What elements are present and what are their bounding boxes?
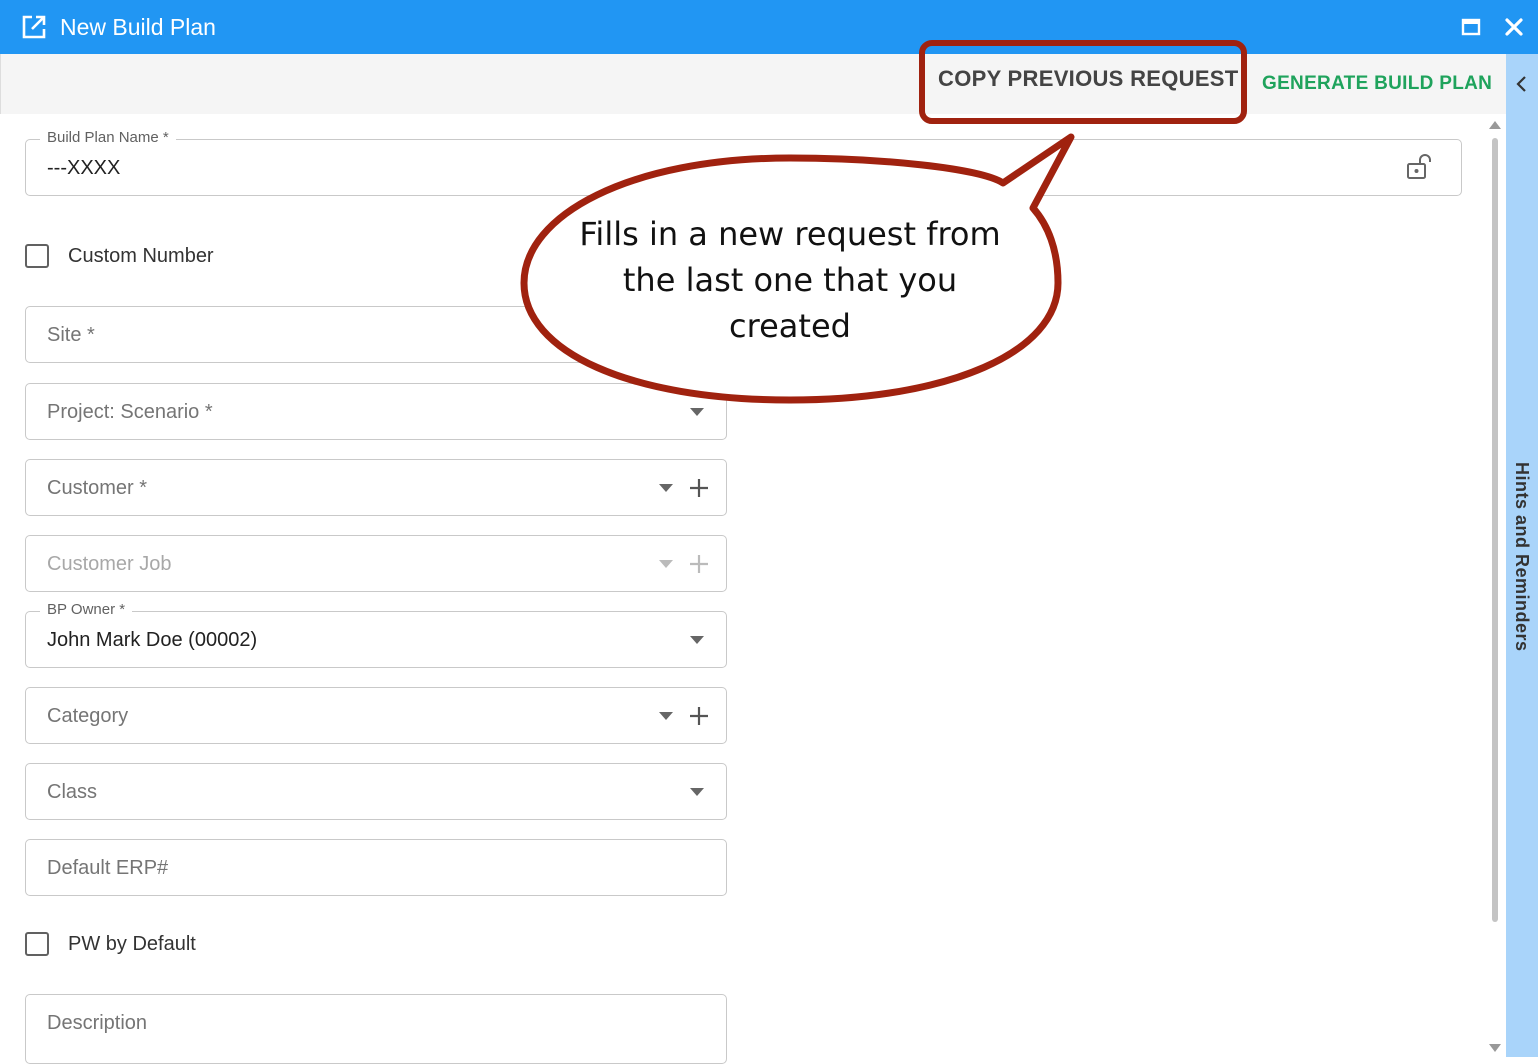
maximize-icon[interactable]: [1457, 13, 1485, 41]
scroll-up-icon[interactable]: [1489, 120, 1501, 129]
generate-build-plan-button[interactable]: GENERATE BUILD PLAN: [1262, 72, 1492, 96]
lock-open-icon[interactable]: [1404, 152, 1434, 182]
build-plan-name-label: Build Plan Name *: [40, 128, 176, 148]
description-label: Description: [47, 1012, 148, 1034]
default-erp-label: Default ERP#: [47, 857, 169, 879]
close-icon[interactable]: [1500, 13, 1528, 41]
chevron-down-icon[interactable]: [690, 788, 704, 796]
copy-previous-request-button[interactable]: COPY PREVIOUS REQUEST: [938, 66, 1239, 92]
custom-number-label: Custom Number: [68, 245, 214, 267]
project-scenario-label: Project: Scenario *: [47, 401, 213, 423]
bp-owner-label: BP Owner *: [40, 600, 133, 620]
add-customer-job-icon[interactable]: [688, 553, 710, 575]
chevron-down-icon[interactable]: [659, 484, 673, 492]
title-bar: New Build Plan: [0, 0, 1538, 54]
bp-owner-select[interactable]: BP Owner * John Mark Doe (00002): [25, 600, 727, 668]
add-category-icon[interactable]: [688, 705, 710, 727]
callout-text: Fills in a new request from the last one…: [579, 215, 1001, 345]
category-select[interactable]: Category: [25, 687, 727, 744]
chevron-down-icon[interactable]: [690, 636, 704, 644]
customer-label: Customer *: [47, 477, 148, 499]
bp-owner-value: John Mark Doe (00002): [47, 629, 258, 651]
pw-by-default-checkbox[interactable]: [25, 932, 49, 956]
default-erp-input[interactable]: Default ERP#: [25, 839, 727, 896]
chevron-down-icon[interactable]: [659, 712, 673, 720]
pw-by-default-label: PW by Default: [68, 933, 196, 955]
scrollbar[interactable]: [1487, 118, 1503, 1057]
custom-number-checkbox[interactable]: [25, 244, 49, 268]
customer-job-select[interactable]: Customer Job: [25, 535, 727, 592]
site-label: Site *: [47, 324, 95, 346]
build-plan-name-value: ---XXXX: [47, 157, 121, 179]
add-customer-icon[interactable]: [688, 477, 710, 499]
class-label: Class: [47, 781, 98, 803]
customer-job-label: Customer Job: [47, 553, 172, 575]
category-label: Category: [47, 705, 129, 727]
open-in-new-icon: [22, 15, 46, 39]
hints-panel[interactable]: Hints and Reminders: [1506, 54, 1538, 1057]
chevron-left-icon[interactable]: [1514, 74, 1530, 94]
class-select[interactable]: Class: [25, 763, 727, 820]
description-input[interactable]: Description: [25, 994, 727, 1064]
chevron-down-icon[interactable]: [659, 560, 673, 568]
hints-panel-label: Hints and Reminders: [1512, 462, 1532, 652]
customer-select[interactable]: Customer *: [25, 459, 727, 516]
scroll-thumb[interactable]: [1492, 138, 1498, 922]
scroll-down-icon[interactable]: [1489, 1044, 1501, 1053]
window-title: New Build Plan: [60, 14, 216, 40]
